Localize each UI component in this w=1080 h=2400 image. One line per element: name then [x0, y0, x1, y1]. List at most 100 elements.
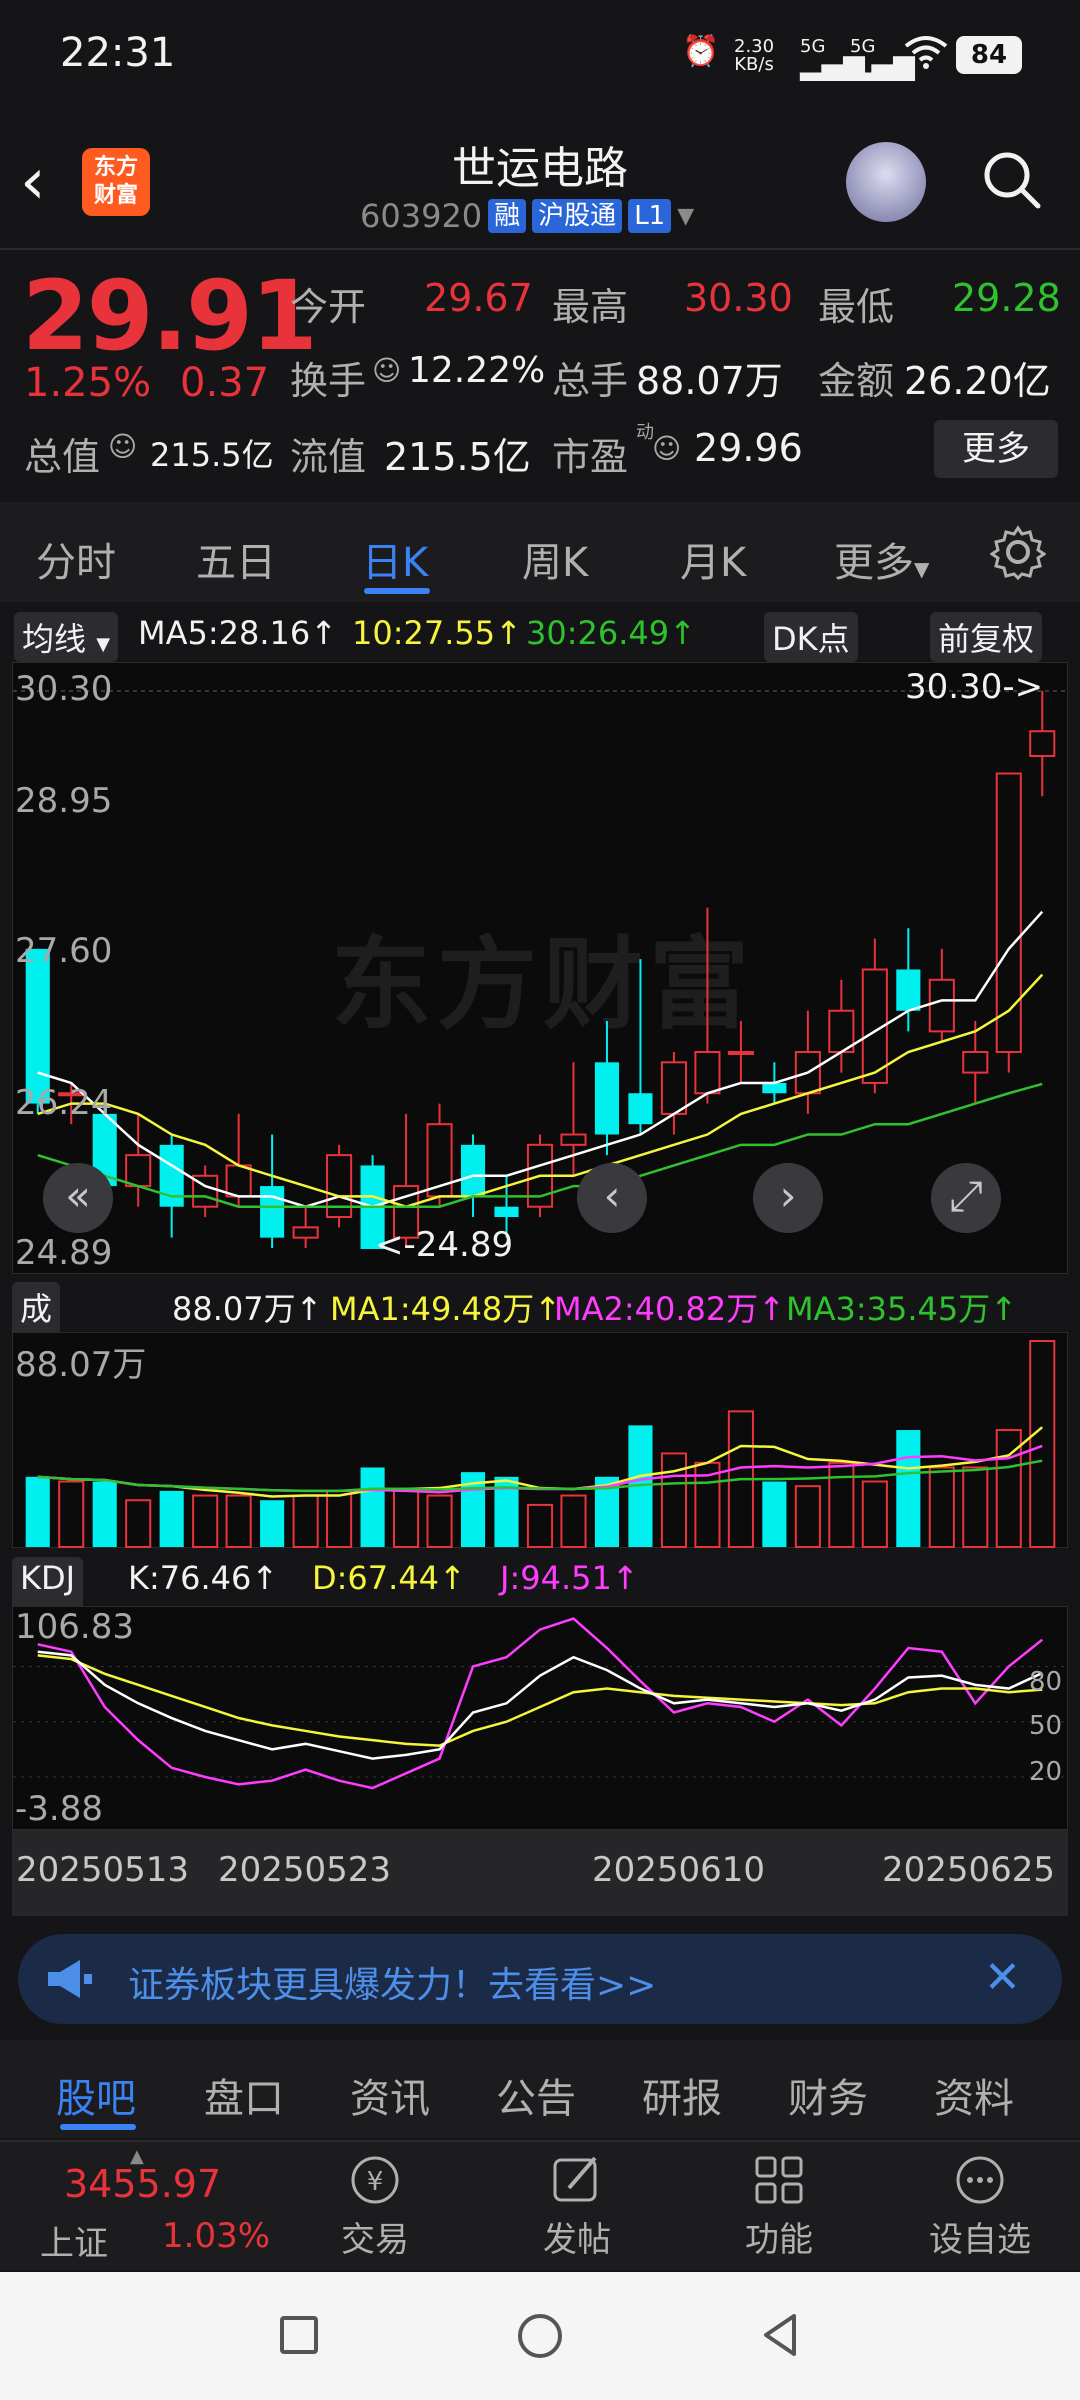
add-watchlist-icon — [956, 2156, 1004, 2204]
volume-bar — [125, 1499, 152, 1548]
ma10-value: 10:27.55↑ — [352, 614, 522, 652]
kdj-k-text: K:76.46 — [128, 1559, 252, 1597]
tab-order-book[interactable]: 盘口 — [204, 2066, 284, 2124]
index-value: 3455.97 — [64, 2162, 222, 2206]
kdj-chart[interactable]: 106.83 -3.88 80 50 20 — [12, 1606, 1069, 1830]
nav-trade[interactable]: ¥ 交易 — [330, 2152, 420, 2261]
tab-financials[interactable]: 财务 — [788, 2066, 868, 2124]
tab-guba[interactable]: 股吧 — [56, 2066, 136, 2124]
nav-post[interactable]: 发帖 — [532, 2152, 622, 2261]
promo-banner[interactable]: 证券板块更具爆发力！去看看>> ✕ — [18, 1934, 1062, 2024]
tab-daily-k[interactable]: 日K — [362, 530, 428, 588]
alarm-icon: ⏰ — [682, 34, 720, 69]
net-speed: 2.30 KB/s — [734, 38, 774, 74]
volume-bar — [58, 1480, 85, 1548]
volume-bar — [794, 1485, 821, 1548]
index-ticker[interactable]: ▲ 3455.97 上证 1.03% — [0, 2142, 300, 2272]
kdj-svg — [13, 1617, 1069, 1790]
tab-research[interactable]: 研报 — [642, 2066, 722, 2124]
vol-ma2: MA2:40.82万↑ — [554, 1290, 786, 1328]
tab-weekly-k[interactable]: 周K — [522, 530, 588, 588]
home-icon[interactable] — [518, 2314, 562, 2358]
tab-announcements[interactable]: 公告 — [496, 2066, 576, 2124]
logo-text: 东方财富 — [93, 155, 138, 208]
price-axis-4: 26.24 — [15, 1083, 113, 1123]
scroll-left-icon[interactable]: ‹ — [577, 1163, 647, 1233]
robot-assistant-avatar[interactable] — [846, 142, 926, 222]
float-value: 215.5亿 — [384, 435, 531, 479]
volume-bar — [426, 1494, 453, 1549]
tab-news[interactable]: 资讯 — [350, 2066, 430, 2124]
candle-body — [628, 1093, 653, 1125]
nav-functions-label: 功能 — [745, 2220, 813, 2260]
promo-text[interactable]: 证券板块更具爆发力！去看看>> — [128, 1956, 656, 2008]
stock-code-row[interactable]: 603920 融 沪股通 L1 ▼ — [360, 196, 694, 236]
change-percent: 1.25% — [24, 360, 152, 406]
megaphone-icon — [44, 1956, 94, 2011]
ma30-value: 30:26.49↑ — [526, 614, 696, 652]
back-arrow-icon[interactable]: ‹ — [20, 145, 46, 219]
volume-axis-top: 88.07万 — [15, 1345, 147, 1385]
kdj-axis-top: 106.83 — [15, 1607, 134, 1647]
caret-down-icon: ▼ — [914, 557, 930, 581]
eastmoney-logo[interactable]: 东方财富 — [82, 148, 150, 216]
caret-down-icon: ▼ — [677, 203, 695, 229]
date-label-2: 20250523 — [218, 1850, 392, 1890]
fullscreen-icon[interactable]: ⤢ — [931, 1163, 1001, 1233]
candle-body — [292, 1226, 319, 1239]
scroll-right-icon[interactable]: › — [753, 1163, 823, 1233]
mktcap-value: 215.5亿 — [150, 436, 274, 474]
volume-bar — [260, 1500, 285, 1547]
pe-label: 市盈 — [552, 435, 629, 479]
candle-body — [225, 1164, 252, 1198]
nav-functions[interactable]: 功能 — [734, 2152, 824, 2261]
date-label-3: 20250610 — [592, 1850, 766, 1890]
info-icon[interactable]: ☺ — [372, 354, 401, 387]
vol-ma3: MA3:35.45万↑ — [786, 1290, 1018, 1328]
tag-connect: 沪股通 — [532, 199, 623, 233]
grid-icon — [755, 2156, 803, 2204]
tab-monthly-k[interactable]: 月K — [680, 530, 746, 588]
back-icon[interactable] — [760, 2312, 800, 2362]
volume-bar — [660, 1452, 687, 1548]
candle-body — [928, 978, 955, 1033]
candle-body — [594, 1062, 620, 1135]
vol-ma1: MA1:49.48万↑ — [330, 1290, 562, 1328]
low-value: 29.28 — [952, 276, 1061, 320]
tab-more[interactable]: 更多▼ — [834, 530, 929, 588]
nav-post-label: 发帖 — [543, 2220, 611, 2260]
scroll-left-fast-icon[interactable]: « — [43, 1163, 113, 1233]
tab-five-day[interactable]: 五日 — [196, 530, 276, 588]
volume-bar — [828, 1461, 855, 1548]
nav-trade-label: 交易 — [341, 2220, 409, 2260]
ma30-text: 30:26.49 — [526, 614, 670, 652]
mktcap-info-icon[interactable]: ☺ — [108, 430, 137, 463]
more-quote-button[interactable]: 更多 — [934, 420, 1058, 478]
settings-gear-icon[interactable] — [989, 524, 1047, 584]
pe-info-icon[interactable]: ☺ — [652, 432, 681, 465]
forward-adjust-toggle[interactable]: 前复权 — [930, 612, 1043, 662]
recent-apps-icon[interactable] — [280, 2316, 318, 2354]
close-icon[interactable]: ✕ — [984, 1952, 1021, 2003]
float-label: 流值 — [290, 435, 367, 479]
volume-label: 总手 — [552, 359, 629, 403]
tab-intraday[interactable]: 分时 — [36, 530, 116, 588]
volume-bar — [292, 1494, 319, 1549]
dk-point-toggle[interactable]: DK点 — [764, 612, 858, 662]
tab-profile[interactable]: 资料 — [934, 2066, 1014, 2124]
volume-bar — [25, 1476, 50, 1547]
system-nav-bar — [0, 2272, 1080, 2400]
volume-bar — [526, 1503, 554, 1548]
price-axis-top: 30.30 — [15, 669, 113, 709]
kline-chart[interactable]: 东方财富 30.30 28.95 27.60 26.24 24.89 30.30… — [12, 662, 1069, 1274]
nav-add-watchlist[interactable]: 设自选 — [920, 2152, 1040, 2261]
volume-bar — [192, 1494, 219, 1549]
low-label: 最低 — [818, 285, 895, 329]
volume-svg — [25, 1340, 1056, 1549]
search-icon[interactable] — [980, 148, 1042, 210]
vol-ma3-text: MA3:35.45万 — [786, 1290, 991, 1328]
last-price: 29.91 — [22, 260, 318, 372]
ma-selector[interactable]: 均线 ▼ — [14, 612, 119, 662]
candle-body — [762, 1082, 787, 1094]
volume-chart[interactable]: 88.07万 — [12, 1332, 1068, 1549]
